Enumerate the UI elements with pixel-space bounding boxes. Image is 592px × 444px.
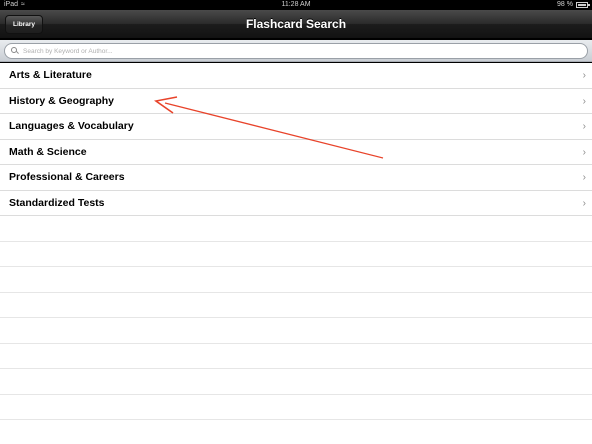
empty-table-row xyxy=(0,293,592,318)
empty-table-row xyxy=(0,344,592,369)
chevron-right-icon: › xyxy=(582,197,586,209)
search-bar xyxy=(0,40,592,62)
page-title: Flashcard Search xyxy=(245,17,347,31)
category-row-professional-careers[interactable]: Professional & Careers › xyxy=(0,165,592,191)
category-label: History & Geography xyxy=(9,94,115,107)
chevron-right-icon: › xyxy=(582,70,586,81)
search-field[interactable] xyxy=(4,43,588,59)
category-row-languages-vocabulary[interactable]: Languages & Vocabulary › xyxy=(0,114,592,140)
status-time: 11:28 AM xyxy=(281,1,311,8)
empty-table-row xyxy=(0,242,592,267)
navigation-bar: Flashcard Search Library xyxy=(0,10,592,39)
empty-table-row xyxy=(0,318,592,344)
battery-icon xyxy=(576,2,590,8)
battery-percent: 98 % xyxy=(557,1,573,8)
chevron-right-icon: › xyxy=(582,146,586,158)
category-label: Standardized Tests xyxy=(9,196,105,209)
status-bar: iPad ≈ 11:28 AM 98 % xyxy=(0,0,592,10)
library-back-button[interactable]: Library xyxy=(5,15,44,34)
category-label: Languages & Vocabulary xyxy=(9,120,134,132)
search-input[interactable] xyxy=(23,47,563,55)
category-label: Professional & Careers xyxy=(9,171,125,183)
empty-table-row xyxy=(0,395,592,420)
category-row-arts-literature[interactable]: Arts & Literature › xyxy=(0,63,592,89)
category-row-math-science[interactable]: Math & Science › xyxy=(0,140,592,165)
category-row-standardized-tests[interactable]: Standardized Tests › xyxy=(0,191,592,216)
category-list: Arts & Literature › History & Geography … xyxy=(0,63,592,444)
empty-table-row xyxy=(0,267,592,293)
empty-table-row xyxy=(0,216,592,242)
category-label: Arts & Literature xyxy=(9,69,92,81)
chevron-right-icon: › xyxy=(582,95,586,107)
chevron-right-icon: › xyxy=(582,121,586,132)
search-icon xyxy=(11,47,19,55)
category-label: Math & Science xyxy=(9,145,87,158)
battery-indicator: 98 % xyxy=(557,0,590,10)
category-row-history-geography[interactable]: History & Geography › xyxy=(0,89,592,114)
chevron-right-icon: › xyxy=(582,172,586,183)
empty-table-row xyxy=(0,369,592,395)
